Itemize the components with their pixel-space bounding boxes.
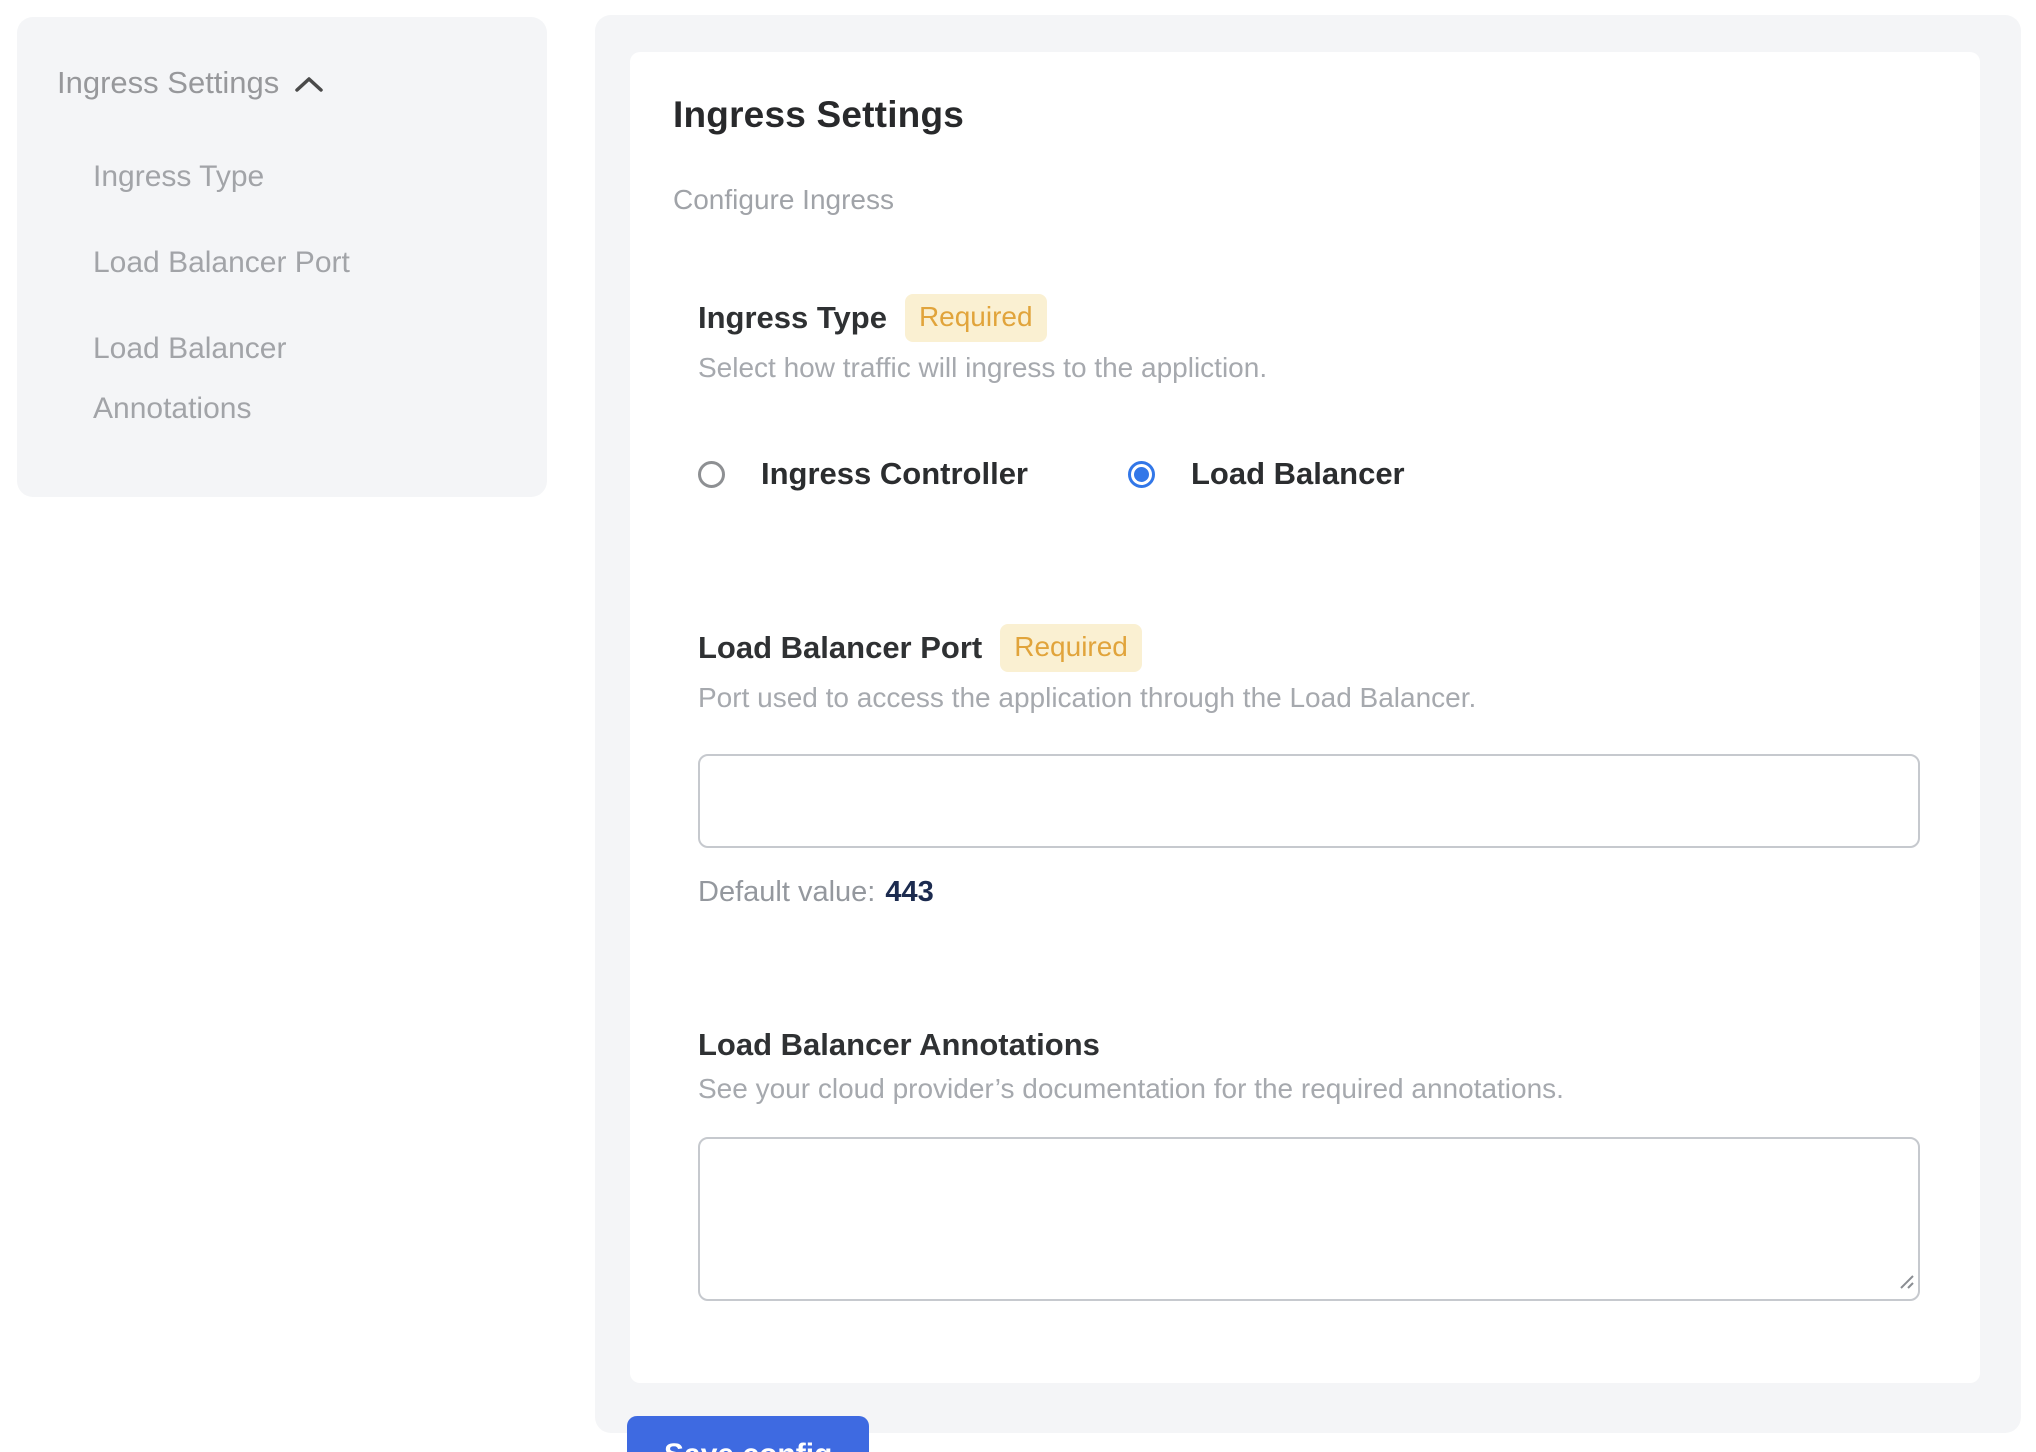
ingress-settings-panel: Ingress Settings Configure Ingress Ingre… [595, 15, 2021, 1433]
load-balancer-annotations-textarea[interactable] [698, 1137, 1920, 1301]
load-balancer-port-description: Port used to access the application thro… [698, 682, 1920, 714]
section-ingress-type: Ingress Type Required Select how traffic… [698, 294, 1920, 492]
load-balancer-annotations-description: See your cloud provider’s documentation … [698, 1073, 1920, 1105]
save-config-button[interactable]: Save config [627, 1416, 869, 1452]
page-subtitle: Configure Ingress [673, 184, 1920, 216]
required-badge: Required [905, 294, 1047, 342]
section-load-balancer-port: Load Balancer Port Required Port used to… [698, 624, 1920, 909]
default-value: 443 [885, 876, 933, 908]
required-badge: Required [1000, 624, 1142, 672]
default-value-label: Default value: [698, 876, 875, 908]
radio-label-ingress-controller[interactable]: Ingress Controller [761, 456, 1028, 492]
radio-button-unselected[interactable] [698, 461, 725, 488]
section-load-balancer-annotations: Load Balancer Annotations See your cloud… [698, 1027, 1920, 1301]
chevron-up-icon [293, 74, 325, 96]
settings-sidebar: Ingress Settings Ingress Type Load Balan… [17, 17, 547, 497]
radio-option-load-balancer[interactable]: Load Balancer [1128, 456, 1405, 492]
radio-label-load-balancer[interactable]: Load Balancer [1191, 456, 1405, 492]
load-balancer-port-label: Load Balancer Port [698, 630, 982, 666]
radio-option-ingress-controller[interactable]: Ingress Controller [698, 456, 1028, 492]
sidebar-group-ingress-settings[interactable]: Ingress Settings [57, 65, 507, 101]
sidebar-item-ingress-type[interactable]: Ingress Type [93, 147, 367, 207]
sidebar-item-load-balancer-port[interactable]: Load Balancer Port [93, 233, 367, 293]
default-value-line: Default value: 443 [698, 876, 1920, 909]
load-balancer-port-input[interactable] [698, 754, 1920, 848]
ingress-type-radio-group: Ingress Controller Load Balancer [698, 456, 1920, 492]
sidebar-item-load-balancer-annotations[interactable]: Load Balancer Annotations [93, 319, 367, 439]
ingress-settings-card: Ingress Settings Configure Ingress Ingre… [630, 52, 1980, 1383]
ingress-type-description: Select how traffic will ingress to the a… [698, 352, 1920, 384]
sidebar-item-list: Ingress Type Load Balancer Port Load Bal… [57, 147, 367, 439]
radio-button-selected[interactable] [1128, 461, 1155, 488]
ingress-type-label: Ingress Type [698, 300, 887, 336]
load-balancer-annotations-label: Load Balancer Annotations [698, 1027, 1100, 1063]
textarea-resize-handle-icon[interactable] [1893, 1268, 1915, 1295]
page-title: Ingress Settings [673, 94, 1920, 136]
sidebar-group-label: Ingress Settings [57, 65, 279, 101]
